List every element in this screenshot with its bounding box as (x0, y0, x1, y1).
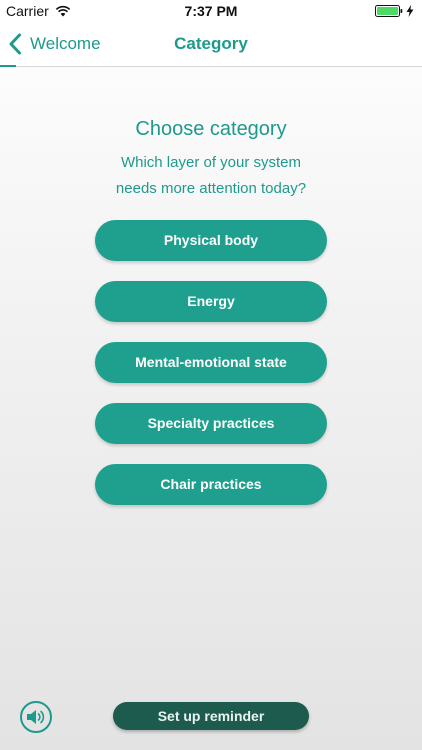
battery-icon (375, 5, 403, 17)
category-button-mental-emotional-state[interactable]: Mental-emotional state (95, 342, 327, 383)
nav-progress-indicator (0, 65, 16, 67)
category-button-chair-practices[interactable]: Chair practices (95, 464, 327, 505)
category-button-energy[interactable]: Energy (95, 281, 327, 322)
page-title: Category (174, 34, 248, 53)
status-time: 7:37 PM (184, 3, 238, 19)
speaker-icon (27, 710, 45, 724)
heading: Choose category (135, 118, 287, 140)
category-list: Physical body Energy Mental-emotional st… (95, 220, 327, 525)
sound-toggle-button[interactable] (20, 701, 52, 733)
status-bar: Carrier 7:37 PM (0, 0, 422, 22)
subheading-line: Which layer of your system (120, 154, 302, 171)
set-up-reminder-button[interactable]: Set up reminder (113, 702, 309, 730)
category-button-specialty-practices[interactable]: Specialty practices (95, 403, 327, 444)
navigation-bar: Welcome Category (0, 22, 422, 67)
subheading-line: needs more attention today? (115, 180, 307, 197)
subheading: Which layer of your system needs more at… (0, 150, 422, 202)
category-button-physical-body[interactable]: Physical body (95, 220, 327, 261)
status-right (375, 5, 414, 17)
bolt-icon (406, 5, 414, 17)
